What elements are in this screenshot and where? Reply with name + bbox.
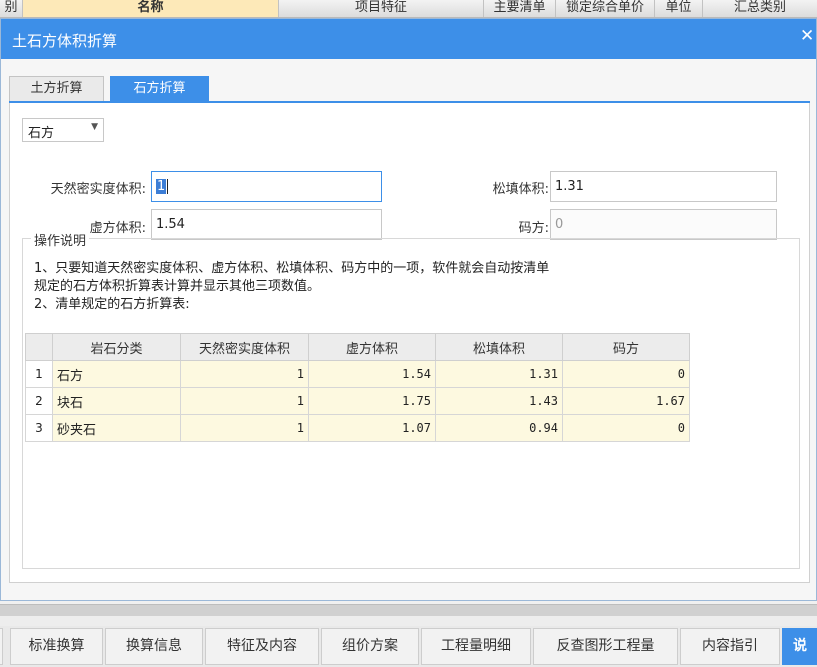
loose-fill-volume-label: 松填体积: [492, 182, 549, 197]
column-header-unit[interactable]: 单位 [655, 0, 703, 17]
stacked-volume-value: 0 [555, 217, 564, 232]
cell-natural[interactable]: 1 [180, 414, 309, 442]
row-index: 2 [25, 387, 53, 415]
table-row[interactable]: 1 石方 1 1.54 1.31 0 [25, 360, 690, 388]
cell-virtual[interactable]: 1.54 [308, 360, 436, 388]
cell-natural[interactable]: 1 [180, 387, 309, 415]
cell-stacked[interactable]: 0 [562, 360, 690, 388]
table-header-rock-class[interactable]: 岩石分类 [52, 333, 181, 361]
cell-virtual[interactable]: 1.07 [308, 414, 436, 442]
cell-rock-class[interactable]: 块石 [52, 387, 181, 415]
table-header-index [25, 333, 53, 361]
cell-loose[interactable]: 1.43 [435, 387, 563, 415]
cell-stacked[interactable]: 0 [562, 414, 690, 442]
natural-volume-input[interactable]: 1 [151, 171, 382, 202]
rock-conversion-panel: 石方 ▼ 天然密实度体积: 1 松填体积: 1.31 虚方体积: 1.54 码方… [9, 103, 810, 583]
table-row[interactable]: 3 砂夹石 1 1.07 0.94 0 [25, 414, 690, 442]
table-header-stacked[interactable]: 码方 [562, 333, 690, 361]
instructions-line-1: 1、只要知道天然密实度体积、虚方体积、松填体积、码方中的一项，软件就会自动按清单 [34, 261, 550, 276]
cell-rock-class[interactable]: 砂夹石 [52, 414, 181, 442]
natural-volume-label: 天然密实度体积: [50, 182, 146, 197]
bottom-tab-partial-left[interactable] [0, 628, 3, 665]
table-header-row: 岩石分类 天然密实度体积 虚方体积 松填体积 码方 [25, 333, 690, 361]
table-header-loose[interactable]: 松填体积 [435, 333, 563, 361]
tab-conversion-info[interactable]: 换算信息 [105, 628, 203, 665]
text-caret [167, 179, 169, 194]
earthwork-conversion-dialog: 土石方体积折算 ✕ 土方折算 石方折算 石方 ▼ 天然密实度体积: 1 松填体积… [0, 18, 817, 601]
rock-type-select[interactable]: 石方 ▼ [22, 118, 104, 142]
tab-reverse-graphic-quantity[interactable]: 反查图形工程量 [533, 628, 678, 665]
rock-type-select-value: 石方 [28, 126, 55, 141]
column-header-summary-type[interactable]: 汇总类别 [703, 0, 817, 17]
table-header-natural[interactable]: 天然密实度体积 [180, 333, 309, 361]
cell-loose[interactable]: 1.31 [435, 360, 563, 388]
cell-natural[interactable]: 1 [180, 360, 309, 388]
column-header-category[interactable]: 别 [0, 0, 23, 17]
natural-volume-value: 1 [156, 179, 167, 194]
cell-loose[interactable]: 0.94 [435, 414, 563, 442]
tab-quantity-detail[interactable]: 工程量明细 [421, 628, 531, 665]
instructions-text: 1、只要知道天然密实度体积、虚方体积、松填体积、码方中的一项，软件就会自动按清单… [34, 260, 549, 314]
tab-pricing-scheme[interactable]: 组价方案 [321, 628, 419, 665]
stacked-volume-label: 码方: [518, 221, 549, 236]
table-header-virtual[interactable]: 虚方体积 [308, 333, 436, 361]
tab-content-guide[interactable]: 内容指引 [680, 628, 780, 665]
column-header-bar: 别 名称 项目特征 主要清单 锁定综合单价 单位 汇总类别 [0, 0, 817, 18]
instructions-line-2: 规定的石方体积折算表计算并显示其他三项数值。 [34, 279, 321, 294]
horizontal-scrollbar[interactable] [0, 604, 817, 616]
column-header-features[interactable]: 项目特征 [279, 0, 484, 17]
dialog-titlebar[interactable]: 土石方体积折算 ✕ [1, 19, 816, 59]
cell-rock-class[interactable]: 石方 [52, 360, 181, 388]
virtual-volume-value: 1.54 [156, 217, 185, 232]
loose-fill-volume-value: 1.31 [555, 179, 584, 194]
tab-description[interactable]: 说 [782, 628, 817, 665]
column-header-name[interactable]: 名称 [23, 0, 279, 17]
stacked-volume-input[interactable]: 0 [550, 209, 777, 240]
tab-earth-conversion[interactable]: 土方折算 [9, 76, 104, 102]
tab-rock-conversion[interactable]: 石方折算 [110, 76, 209, 102]
cell-stacked[interactable]: 1.67 [562, 387, 690, 415]
virtual-volume-input[interactable]: 1.54 [151, 209, 382, 240]
instructions-line-3: 2、清单规定的石方折算表: [34, 297, 190, 312]
cell-virtual[interactable]: 1.75 [308, 387, 436, 415]
table-row[interactable]: 2 块石 1 1.75 1.43 1.67 [25, 387, 690, 415]
instructions-title: 操作说明 [31, 230, 90, 249]
rock-conversion-table: 岩石分类 天然密实度体积 虚方体积 松填体积 码方 1 石方 1 1.54 1.… [25, 333, 690, 442]
loose-fill-volume-input[interactable]: 1.31 [550, 171, 777, 202]
row-index: 1 [25, 360, 53, 388]
column-header-main-list[interactable]: 主要清单 [484, 0, 556, 17]
column-header-locked-price[interactable]: 锁定综合单价 [556, 0, 655, 17]
chevron-down-icon: ▼ [91, 122, 98, 132]
close-icon[interactable]: ✕ [800, 26, 814, 46]
row-index: 3 [25, 414, 53, 442]
dialog-title: 土石方体积折算 [12, 32, 118, 50]
bottom-tab-bar: 标准换算 换算信息 特征及内容 组价方案 工程量明细 反查图形工程量 内容指引 … [0, 626, 817, 667]
tab-features-content[interactable]: 特征及内容 [205, 628, 319, 665]
bottom-spacer [0, 616, 817, 626]
tab-standard-conversion[interactable]: 标准换算 [10, 628, 103, 665]
instructions-groupbox: 操作说明 1、只要知道天然密实度体积、虚方体积、松填体积、码方中的一项，软件就会… [22, 230, 800, 569]
